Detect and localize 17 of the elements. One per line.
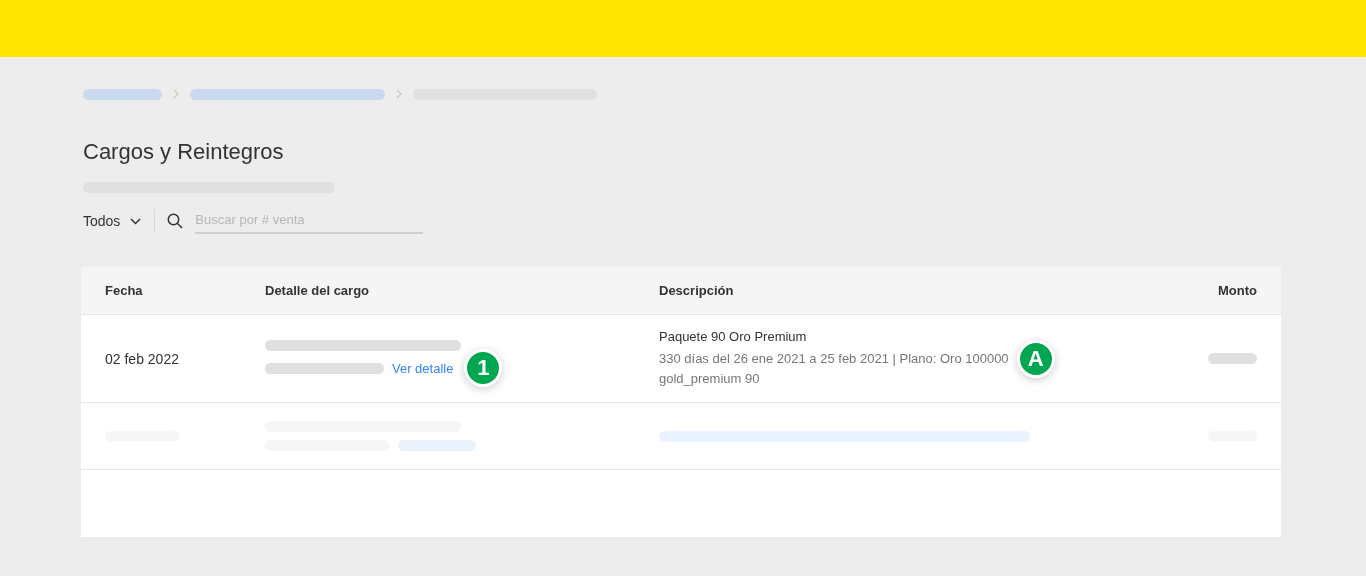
chevron-icon <box>172 89 180 99</box>
column-header: Monto <box>1217 283 1257 298</box>
filter-dropdown[interactable]: Todos <box>83 213 142 229</box>
page-title: Cargos y Reintegros <box>83 138 285 166</box>
detail-link[interactable]: Ver detalle <box>392 360 454 376</box>
search-field[interactable]: Buscar por # venta <box>195 208 424 234</box>
description-text: 330 días del 26 ene 2021 a 25 feb 2021 | Plano: Oro 100000 <box>659 349 1009 368</box>
column-header: Detalle del cargo <box>265 283 371 298</box>
chevron-icon <box>395 89 403 99</box>
description-text: gold_premium 90 <box>659 369 760 388</box>
date-cell-text: 02 feb 2022 <box>105 350 180 367</box>
column-header: Fecha <box>105 283 144 298</box>
search-icon <box>167 213 184 229</box>
description-title: Paquete 90 Oro Premium <box>659 328 808 344</box>
caret-icon <box>130 217 142 225</box>
amount-placeholder <box>1208 353 1257 364</box>
column-header: Descripción <box>659 283 735 298</box>
